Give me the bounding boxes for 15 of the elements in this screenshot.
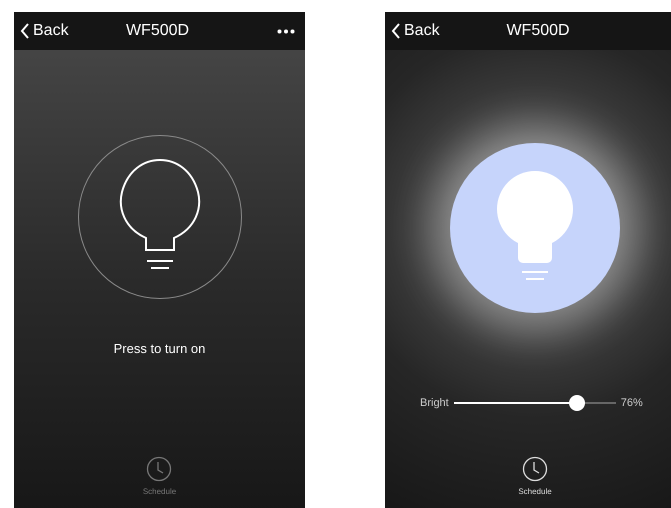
back-button[interactable]: Back — [391, 22, 440, 40]
chevron-left-icon — [391, 22, 401, 40]
hint-text: Press to turn on — [114, 341, 206, 356]
more-icon[interactable] — [277, 28, 295, 34]
schedule-button[interactable]: Schedule — [518, 456, 552, 496]
schedule-button[interactable]: Schedule — [142, 456, 176, 496]
screen-title: WF500D — [126, 22, 190, 40]
back-button[interactable]: Back — [20, 22, 69, 40]
slider-reading: 76% — [620, 397, 643, 409]
clock-icon — [522, 456, 548, 482]
clock-icon — [146, 456, 172, 482]
power-toggle-button[interactable] — [78, 135, 242, 299]
screen-title: WF500D — [506, 22, 570, 40]
chevron-left-icon — [20, 22, 30, 40]
slider-label: Bright — [420, 397, 449, 409]
